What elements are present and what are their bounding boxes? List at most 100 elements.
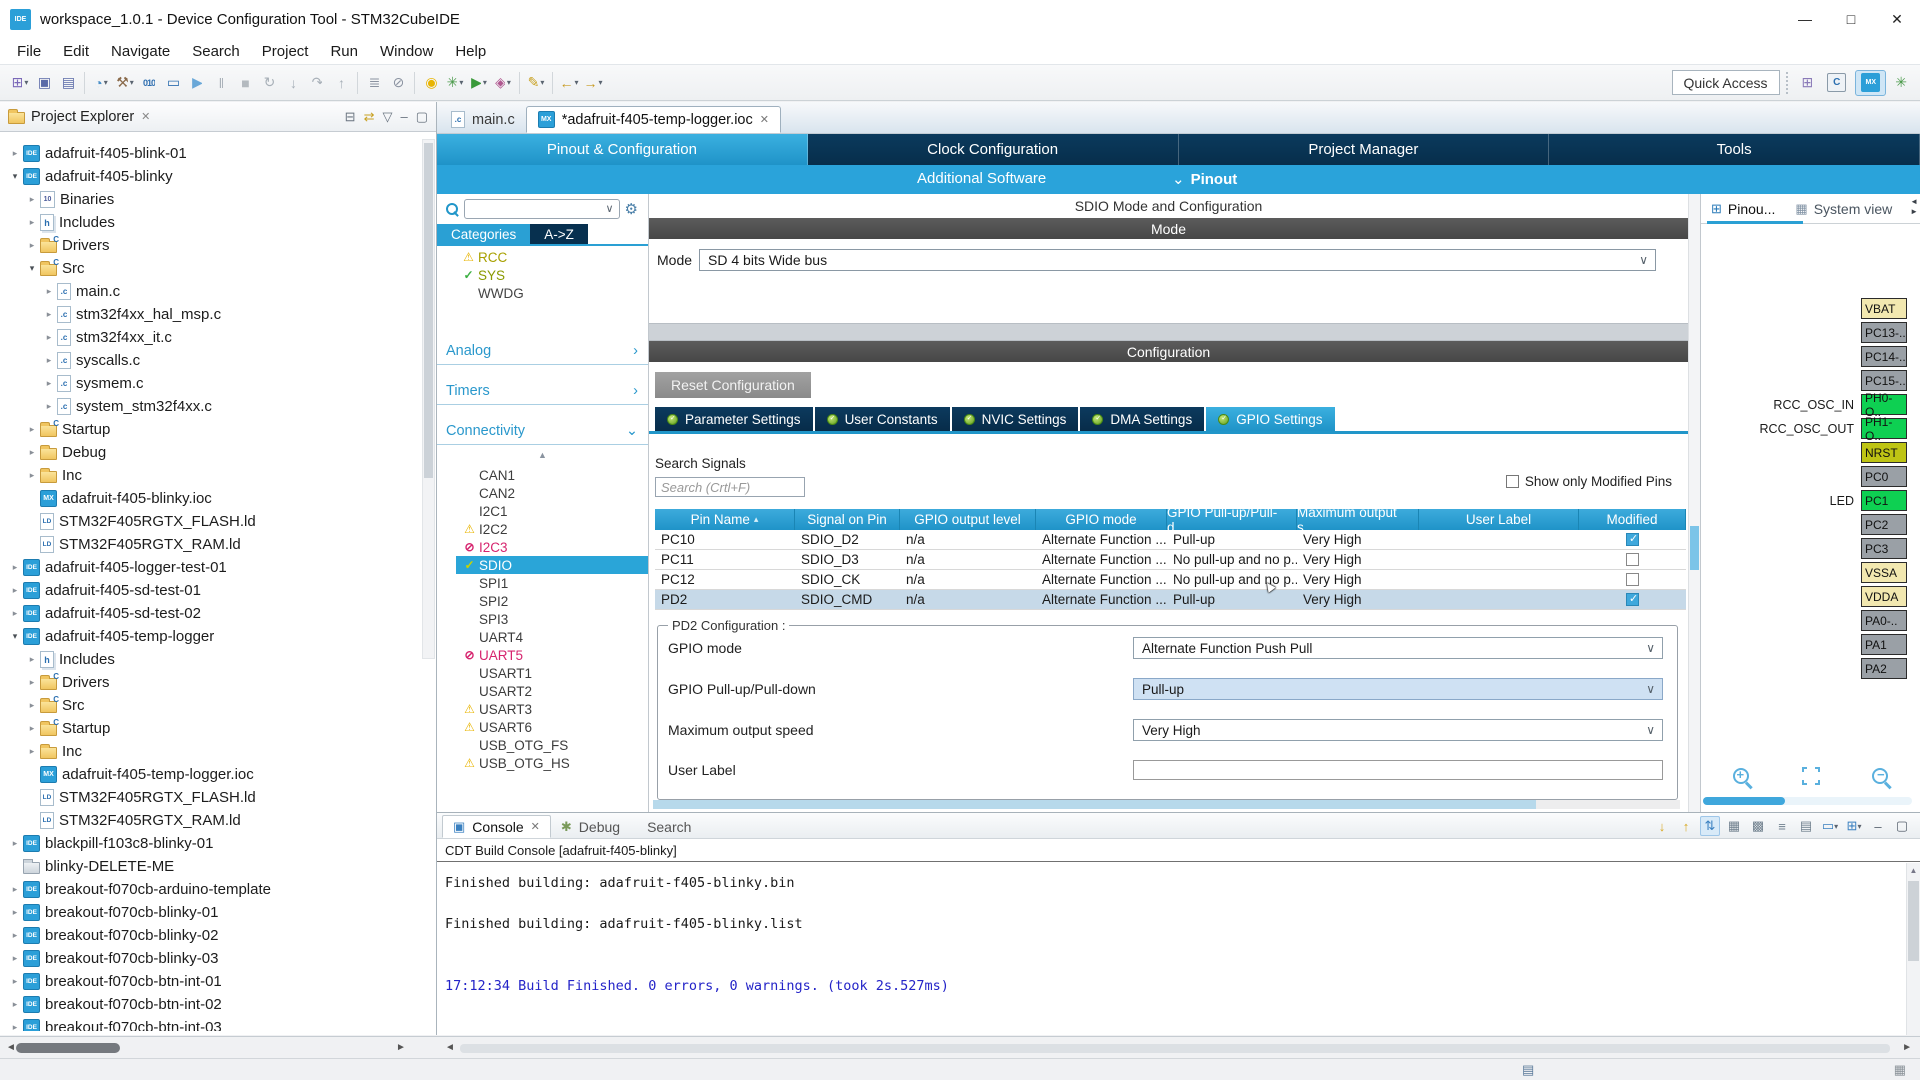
pin[interactable]: NRST — [1861, 442, 1907, 463]
profile-icon[interactable]: ◈ — [491, 71, 515, 95]
scroll-up-icon[interactable]: ▲ — [437, 450, 648, 460]
tree-expander-icon[interactable] — [7, 884, 23, 895]
editor-tab[interactable]: main.c ✕ — [440, 106, 526, 133]
status-clipboard-icon[interactable]: ▤ — [1522, 1062, 1534, 1078]
tree-item[interactable]: system_stm32f4xx.c — [0, 395, 421, 418]
scroll-left-icon[interactable]: ◄ — [6, 1042, 16, 1053]
tree-expander-icon[interactable] — [7, 1022, 23, 1031]
tree-item[interactable]: adafruit-f405-temp-logger — [0, 625, 421, 648]
menu-item[interactable]: Run — [319, 43, 369, 60]
tree-expander-icon[interactable] — [7, 930, 23, 941]
tree-expander-icon[interactable] — [41, 309, 57, 320]
tree-item[interactable]: Startup — [0, 717, 421, 740]
resume-icon[interactable]: ▶ — [185, 71, 209, 95]
tree-expander-icon[interactable] — [24, 217, 40, 228]
pin[interactable]: PC1 — [1861, 490, 1907, 511]
tree-item[interactable]: adafruit-f405-sd-test-02 — [0, 602, 421, 625]
build-binary-icon[interactable]: 010 — [137, 71, 161, 95]
debug-perspective-icon[interactable]: ✳ — [1890, 70, 1912, 96]
tree-expander-icon[interactable] — [24, 194, 40, 205]
tree-expander-icon[interactable] — [24, 654, 40, 665]
explorer-hscroll-thumb[interactable] — [16, 1043, 120, 1053]
pin[interactable]: PC15-.. — [1861, 370, 1907, 391]
tree-item[interactable]: Inc — [0, 464, 421, 487]
tab-pinout[interactable]: ⊞ Pinou... — [1711, 201, 1775, 217]
close-button[interactable]: ✕ — [1874, 0, 1920, 38]
scrollbar-thumb[interactable] — [1690, 526, 1699, 570]
menu-item[interactable]: Edit — [52, 43, 100, 60]
tree-expander-icon[interactable] — [7, 148, 23, 159]
additional-software-button[interactable]: Additional Software — [917, 170, 1046, 187]
close-tab-icon[interactable]: ✕ — [760, 113, 769, 126]
open-console-icon[interactable]: ⊞ — [1844, 816, 1864, 836]
tree-item[interactable]: breakout-f070cb-blinky-02 — [0, 924, 421, 947]
pin[interactable]: PC13-.. — [1861, 322, 1907, 343]
scroll-right-icon[interactable]: ► — [396, 1042, 406, 1053]
config-tab[interactable]: NVIC Settings — [952, 407, 1079, 431]
terminate-icon[interactable]: ■ — [233, 71, 257, 95]
scroll-lock-icon[interactable]: ▤ — [1796, 816, 1816, 836]
menu-item[interactable]: Help — [444, 43, 497, 60]
table-header-cell[interactable]: Signal on Pin — [795, 509, 900, 530]
open-perspective-icon[interactable]: ⊞ — [1797, 70, 1819, 96]
table-row[interactable]: PC11 SDIO_D3 n/a Alternate Function ... … — [655, 550, 1686, 570]
peripheral-item[interactable]: I2C1 — [437, 502, 648, 520]
toolbar-separator[interactable] — [84, 72, 85, 94]
search-signals-input[interactable] — [655, 477, 805, 497]
word-wrap-icon[interactable]: ▩ — [1748, 816, 1768, 836]
pin[interactable]: PA0-.. — [1861, 610, 1907, 631]
tree-item[interactable]: adafruit-f405-blinky — [0, 165, 421, 188]
lightbulb-icon[interactable]: ◉ — [419, 71, 443, 95]
modified-checkbox[interactable] — [1626, 553, 1639, 566]
scrollbar-thumb[interactable] — [1908, 881, 1919, 961]
minimize-view-icon[interactable]: – — [400, 109, 407, 124]
explorer-scrollbar[interactable] — [422, 139, 435, 659]
peripheral-item[interactable]: USART6 — [437, 718, 648, 736]
instruction-stepping-icon[interactable]: ≣ — [362, 71, 386, 95]
scroll-up-icon[interactable]: ▲ — [1907, 863, 1920, 875]
tree-item[interactable]: breakout-f070cb-blinky-03 — [0, 947, 421, 970]
tree-expander-icon[interactable] — [24, 677, 40, 688]
scroll-left-icon[interactable]: ◄ — [445, 1042, 455, 1053]
maximize-view-icon[interactable]: ▢ — [1892, 816, 1912, 836]
peripheral-item[interactable]: SDIO — [456, 556, 648, 574]
ioc-main-tab[interactable]: Pinout & Configuration — [437, 134, 808, 165]
pin[interactable]: PC0 — [1861, 466, 1907, 487]
tree-expander-icon[interactable] — [41, 401, 57, 412]
restart-icon[interactable]: ↻ — [257, 71, 281, 95]
field-control[interactable]: Alternate Function Push Pull — [1133, 637, 1663, 659]
tree-item[interactable]: STM32F405RGTX_FLASH.ld — [0, 510, 421, 533]
console-tab[interactable]: Search ✕ — [630, 815, 701, 838]
peripheral-item[interactable]: UART5 — [437, 646, 648, 664]
tree-item[interactable]: Src — [0, 257, 421, 280]
peripheral-list-tab[interactable]: Categories — [437, 224, 530, 244]
pin-console-icon[interactable]: ▦ — [1724, 816, 1744, 836]
pane-sash[interactable] — [649, 323, 1688, 341]
tree-expander-icon[interactable] — [24, 240, 40, 251]
table-header-cell[interactable]: GPIO mode — [1036, 509, 1167, 530]
tree-expander-icon[interactable] — [41, 355, 57, 366]
table-row[interactable]: PC12 SDIO_CK n/a Alternate Function ... … — [655, 570, 1686, 590]
tree-item[interactable]: breakout-f070cb-blinky-01 — [0, 901, 421, 924]
tree-item[interactable]: sysmem.c — [0, 372, 421, 395]
table-header-cell[interactable]: Pin Name — [655, 509, 795, 530]
modified-checkbox[interactable] — [1626, 533, 1639, 546]
table-header-cell[interactable]: GPIO output level — [900, 509, 1036, 530]
step-return-icon[interactable]: ↑ — [329, 71, 353, 95]
tree-expander-icon[interactable] — [41, 286, 57, 297]
peripheral-item[interactable]: USB_OTG_FS — [437, 736, 648, 754]
build-icon[interactable]: ⚒ — [113, 71, 137, 95]
pinout-menu-button[interactable]: ⌄Pinout — [1172, 170, 1237, 188]
mode-select[interactable]: SD 4 bits Wide bus — [699, 249, 1656, 271]
tree-expander-icon[interactable] — [7, 585, 23, 596]
console-tab[interactable]: Debug ✕ — [551, 815, 630, 838]
minimize-button[interactable]: — — [1782, 0, 1828, 38]
peripheral-item[interactable]: CAN2 — [437, 484, 648, 502]
zoom-out-icon[interactable] — [1872, 768, 1888, 784]
menu-item[interactable]: File — [6, 43, 52, 60]
step-over-icon[interactable]: ↷ — [305, 71, 329, 95]
editor-tab[interactable]: *adafruit-f405-temp-logger.ioc ✕ — [526, 106, 781, 133]
save-icon[interactable]: ▣ — [32, 71, 56, 95]
tree-item[interactable]: blinky-DELETE-ME — [0, 855, 421, 878]
peripheral-item[interactable]: SPI2 — [437, 592, 648, 610]
